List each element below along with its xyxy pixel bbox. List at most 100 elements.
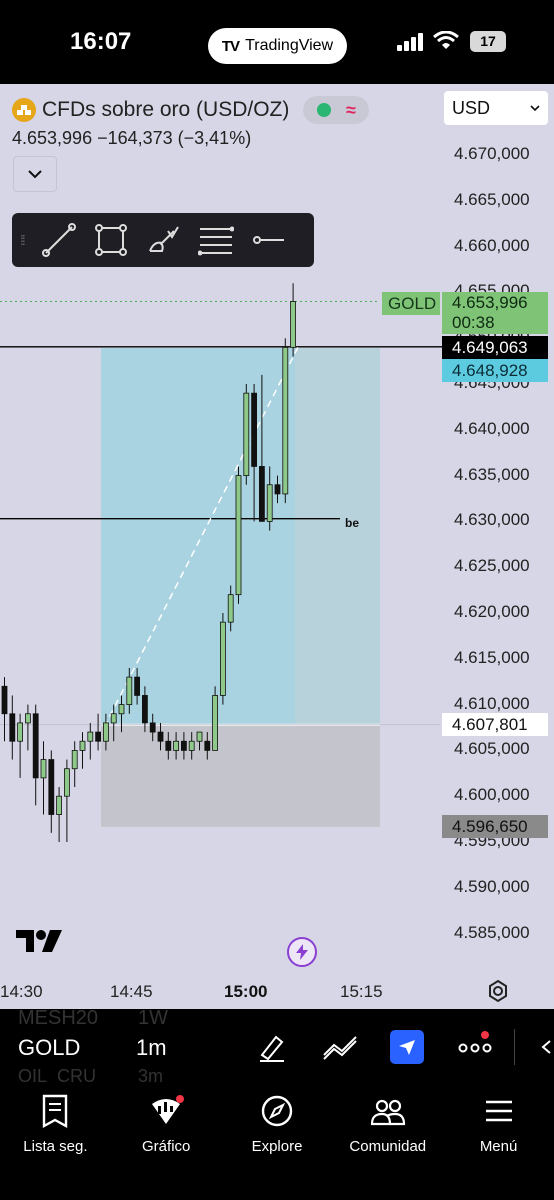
nav-item-explore[interactable]: Explore	[222, 1084, 333, 1200]
candle-up	[266, 484, 273, 522]
brush-icon[interactable]	[146, 223, 180, 257]
symbol-name: CFDs sobre oro (USD/OZ)	[42, 98, 290, 121]
trend-line-icon[interactable]	[41, 223, 76, 257]
indicators-icon[interactable]	[322, 1033, 358, 1061]
candle-down	[149, 722, 156, 733]
price-axis-label: 4.625,000	[454, 556, 530, 576]
candle-up	[219, 621, 226, 696]
price-axis-label: 4.665,000	[454, 189, 530, 209]
grip-icon[interactable]: ⁞⁞	[20, 232, 26, 248]
price-axis-label: 4.585,000	[454, 922, 530, 942]
rectangle-icon[interactable]	[94, 223, 128, 257]
more-icon[interactable]	[458, 1041, 492, 1053]
candle-up	[290, 301, 297, 348]
ghost-interval: 1W	[138, 1007, 168, 1029]
long-target-zone-future	[295, 348, 380, 725]
price-axis-label: 4.605,000	[454, 739, 530, 759]
nav-item-label: Explore	[251, 1138, 303, 1155]
candle-down	[1, 685, 8, 715]
fib-lines-icon[interactable]	[197, 223, 234, 257]
app-pill[interactable]: TV TradingView	[208, 28, 347, 64]
candle-down	[274, 484, 281, 495]
candle-up	[196, 731, 203, 742]
time-label: 14:30	[0, 982, 43, 1001]
price-axis-label: 4.620,000	[454, 602, 530, 621]
stop-price-tag: 4.596,650	[442, 815, 548, 838]
candle-down	[141, 695, 148, 724]
candle-up	[212, 695, 219, 751]
ghost-symbol: MESH20	[18, 1007, 99, 1029]
candle-down	[165, 740, 172, 751]
candle-down	[251, 392, 258, 467]
candle-down	[134, 676, 141, 696]
price-axis-label: 4.590,000	[454, 876, 530, 896]
candle-down	[48, 759, 55, 815]
wifi-icon	[433, 31, 459, 49]
market-status-pill[interactable]: ≈	[303, 96, 370, 124]
candle-up	[173, 740, 180, 751]
candle-up	[79, 740, 86, 751]
currency-select[interactable]: USD	[444, 91, 548, 125]
interval-button[interactable]: 1m	[136, 1035, 167, 1061]
symbol-header[interactable]: CFDs sobre oro (USD/OZ) ≈	[12, 96, 370, 124]
price-axis-label: 4.615,000	[454, 647, 530, 667]
candle-up	[24, 713, 31, 724]
target-price-tag: 4.648,928	[442, 359, 548, 382]
chevron-down-icon	[28, 170, 42, 179]
tradingview-watermark-icon	[16, 930, 62, 952]
horizontal-ray-icon[interactable]	[252, 223, 286, 257]
tradingview-logo-icon: TV	[221, 37, 240, 55]
candle-up	[118, 704, 125, 715]
price-axis-label: 4.610,000	[454, 693, 530, 713]
candle-up	[243, 392, 250, 477]
gold-bars-icon	[12, 98, 36, 122]
nav-item-watchlist[interactable]: Lista seg.	[0, 1084, 111, 1200]
toolbar-divider	[514, 1029, 515, 1065]
drawing-toolbar[interactable]: ⁞⁞	[12, 213, 314, 267]
candle-up	[56, 795, 62, 815]
arrow-left-icon[interactable]	[540, 1039, 552, 1055]
nav-item-community[interactable]: Comunidad	[332, 1084, 443, 1200]
cell-signal-icon	[397, 33, 423, 51]
price-change: 4.653,996 −164,373 (−3,41%)	[12, 128, 252, 148]
price-axis-label: 4.640,000	[454, 418, 530, 438]
price-axis-label: 4.600,000	[454, 785, 530, 805]
bar-countdown: 00:38	[452, 313, 495, 332]
candle-down	[157, 731, 164, 742]
be-annotation[interactable]: be	[345, 516, 359, 530]
compass-icon	[261, 1095, 293, 1127]
candle-down	[95, 731, 101, 742]
trade-panel-icon[interactable]	[390, 1030, 424, 1064]
candle-up	[40, 759, 47, 779]
notification-dot	[481, 1031, 489, 1039]
candle-up	[235, 475, 242, 596]
time-label: 14:45	[110, 982, 153, 1001]
candle-up	[282, 346, 289, 495]
symbol-button[interactable]: GOLD	[18, 1035, 80, 1061]
candle-up	[17, 722, 24, 742]
candle-up	[64, 768, 70, 797]
flash-button[interactable]	[287, 937, 317, 967]
entry-price-tag: 4.607,801	[442, 713, 548, 736]
chart-area[interactable]: CFDs sobre oro (USD/OZ) ≈ 4.653,996 −164…	[0, 84, 554, 1009]
collapse-button[interactable]	[13, 156, 57, 192]
pencil-icon[interactable]	[256, 1031, 288, 1063]
settings-gear-icon[interactable]	[486, 979, 510, 1003]
candle-up	[87, 731, 94, 742]
current-price-tag: 4.653,996 00:38	[442, 292, 548, 334]
chart-icon	[152, 1095, 185, 1124]
app-pill-label: TradingView	[245, 37, 334, 54]
market-open-dot-icon	[316, 103, 331, 117]
nav-item-label: Comunidad	[349, 1138, 427, 1155]
candle-down	[258, 466, 265, 522]
nav-item-chart[interactable]: Gráfico	[111, 1084, 222, 1200]
candle-up	[227, 594, 234, 623]
candle-up	[103, 722, 109, 742]
community-icon	[370, 1099, 405, 1126]
menu-icon	[485, 1100, 512, 1122]
nav-item-label: Menú	[479, 1138, 518, 1155]
current-price-value: 4.653,996	[452, 293, 528, 312]
price-axis-label: 4.630,000	[454, 510, 530, 530]
nav-item-label: Lista seg.	[23, 1138, 88, 1155]
nav-item-menu[interactable]: Menú	[443, 1084, 554, 1200]
